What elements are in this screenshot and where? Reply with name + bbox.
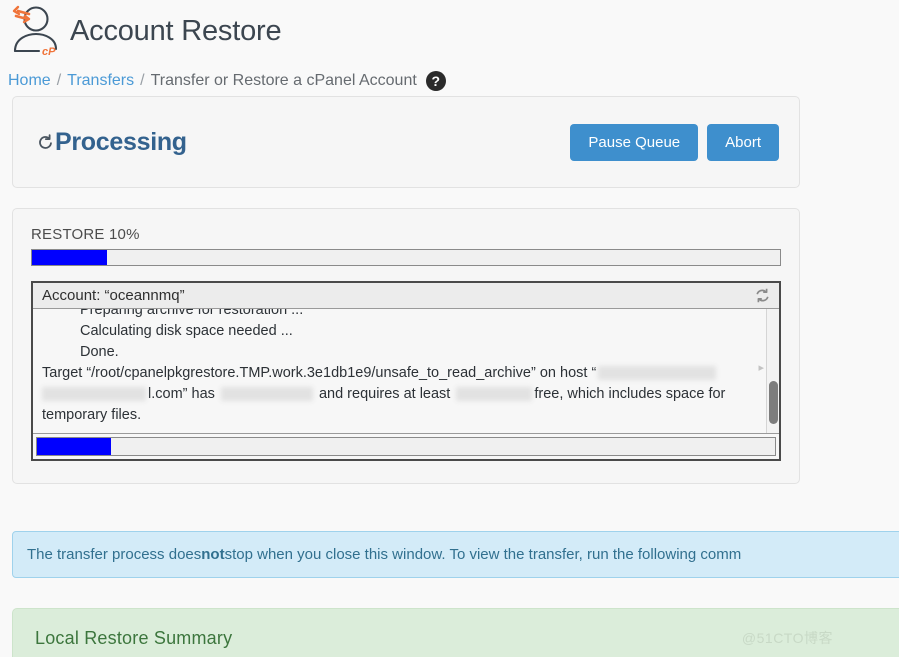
abort-button[interactable]: Abort [707,123,779,161]
account-progress-wrap [33,434,779,459]
redacted-hostname [598,366,717,381]
status-left-group: Processing [37,128,570,157]
svg-text:cP: cP [42,46,56,57]
alert-text-after: stop when you close this window. To view… [224,546,742,563]
account-progress-fill [37,438,111,455]
cpanel-account-restore-icon: cP [6,5,64,58]
summary-title: Local Restore Summary [35,627,233,648]
account-log-box: Account: “oceannmq” Preparing archive fo… [31,281,781,461]
status-label: Processing [55,127,187,156]
scroll-arrow-icon: ▸ [758,362,764,374]
restore-progress-label: RESTORE 10% [31,226,140,243]
account-name-label: Account: “oceannmq” [42,286,185,304]
breadcrumb: Home / Transfers / Transfer or Restore a… [0,58,899,96]
local-restore-summary-panel: Local Restore Summary @51CTO博客 [12,608,899,657]
account-log-header: Account: “oceannmq” [33,283,779,309]
processing-status-card: Processing Pause Queue Abort [12,96,800,188]
breadcrumb-separator: / [56,72,62,89]
log-line: Calculating disk space needed ... [80,323,293,339]
log-line: temporary files. [42,407,142,423]
log-scroll-content: Preparing archive for restoration ... Ca… [33,309,765,430]
log-line: Target “/root/cpanelpkgrestore.TMP.work.… [42,363,757,384]
log-line: l.com” has and requires at least free, w… [42,384,757,405]
refresh-spinner-icon [37,133,54,151]
log-line: Preparing archive for restoration ... [80,309,304,318]
page-root: cP Account Restore Home / Transfers / Tr… [0,0,899,657]
redacted-hostname-cont [42,387,146,402]
refresh-icon[interactable] [754,287,771,304]
breadcrumb-link-transfers[interactable]: Transfers [67,72,134,90]
redacted-required-size [456,387,533,402]
page-header: cP Account Restore [0,0,899,58]
restore-progress-card: RESTORE 10% Account: “oceannmq” Preparin… [12,208,800,484]
breadcrumb-current: Transfer or Restore a cPanel Account [150,72,417,89]
log-scrollbar-thumb[interactable] [769,381,778,424]
log-line-text: and requires at least [314,386,455,402]
log-output-area[interactable]: Preparing archive for restoration ... Ca… [33,309,779,434]
pause-queue-button[interactable]: Pause Queue [570,123,699,161]
log-scrollbar[interactable] [766,309,779,433]
status-actions: Pause Queue Abort [570,123,779,161]
breadcrumb-separator: / [140,72,145,89]
alert-text-bold: not [201,546,225,563]
page-title: Account Restore [70,14,282,47]
log-line-text: l.com” has [148,386,219,402]
restore-progress-fill [32,250,107,265]
redacted-disk-size [220,387,313,402]
log-line-text: Target “/root/cpanelpkgrestore.TMP.work.… [42,365,597,381]
transfer-info-alert: The transfer process does not stop when … [12,531,899,578]
log-line: Done. [80,344,119,360]
alert-text-before: The transfer process does [27,546,202,563]
breadcrumb-link-home[interactable]: Home [8,72,51,90]
question-mark-icon[interactable]: ? [425,71,446,91]
restore-progress-bar [31,249,781,266]
watermark: @51CTO博客 [741,630,833,646]
log-line-text: free, which includes space for [534,386,726,402]
account-progress-bar [36,437,776,456]
